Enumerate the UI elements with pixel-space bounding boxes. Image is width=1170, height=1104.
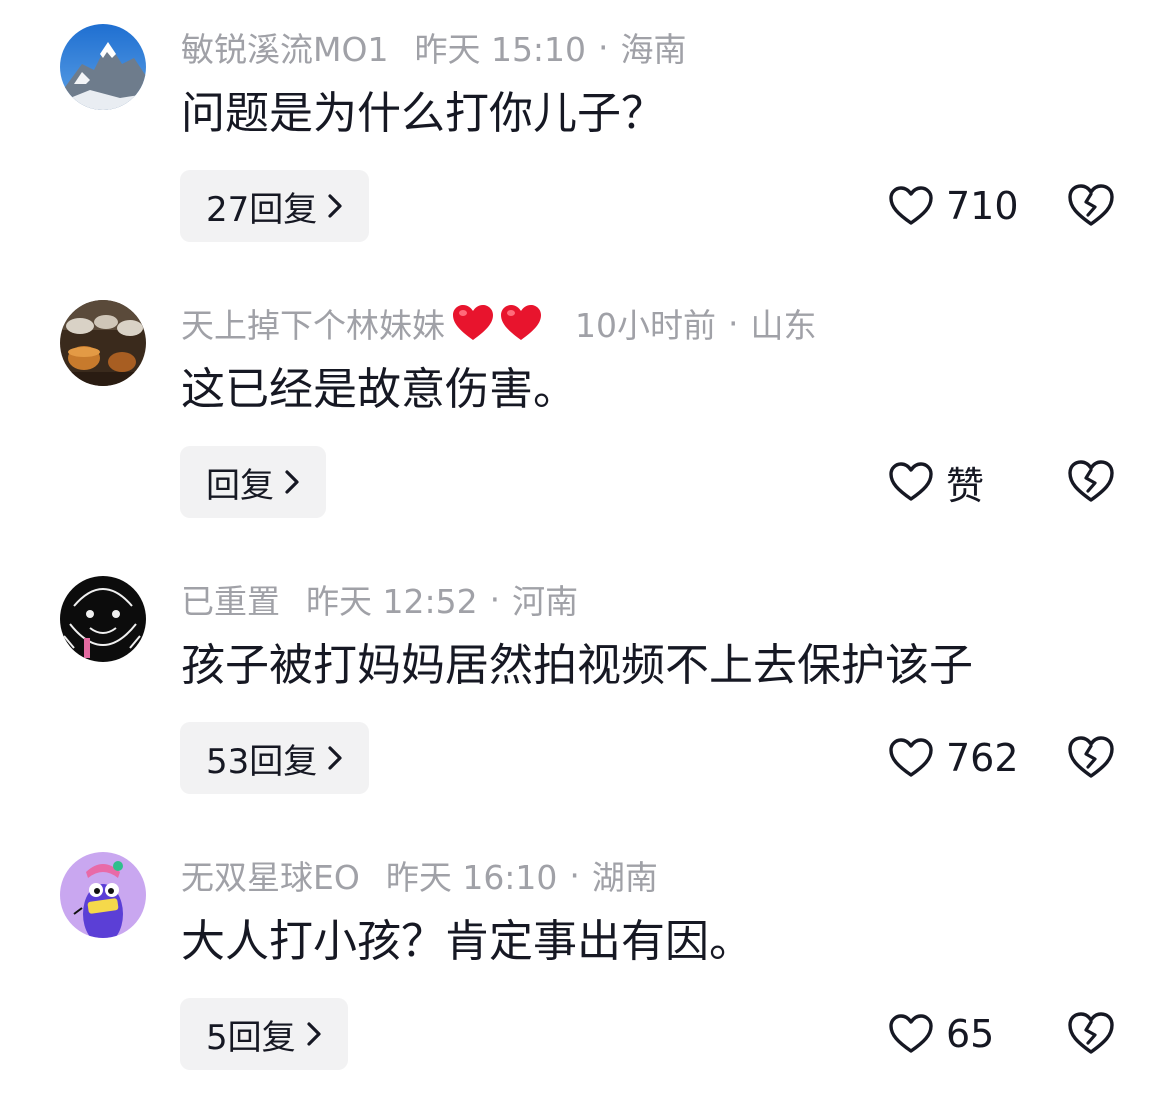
avatar[interactable] — [60, 300, 146, 386]
like-button[interactable]: 65 — [888, 1006, 994, 1062]
chevron-right-icon — [285, 470, 299, 494]
dislike-button[interactable] — [1066, 1010, 1116, 1056]
location: 河南 — [512, 582, 579, 621]
chevron-right-icon — [328, 746, 342, 770]
timestamp: 昨天 15:10 — [414, 30, 587, 69]
reply-label: 回复 — [206, 465, 274, 506]
chevron-right-icon — [328, 194, 342, 218]
view-replies-button[interactable]: 53回复 — [180, 722, 370, 794]
location: 湖南 — [591, 858, 658, 897]
username[interactable]: 天上掉下个林妹妹 — [181, 299, 445, 347]
username[interactable]: 无双星球EO — [181, 851, 360, 899]
comment-item: 已重置 昨天 12:52 · 河南 孩子被打妈妈居然拍视频不上去保护该子 53回… — [0, 552, 1170, 828]
heart-outline-icon — [889, 738, 933, 777]
like-count: 65 — [946, 1012, 995, 1056]
timestamp: 昨天 12:52 — [306, 582, 478, 621]
comment-text[interactable]: 孩子被打妈妈居然拍视频不上去保护该子 — [181, 638, 973, 694]
dislike-button[interactable] — [1066, 734, 1116, 780]
red-heart-icon — [453, 305, 493, 340]
reply-label: 27回复 — [206, 189, 318, 230]
heart-outline-icon — [889, 186, 933, 225]
username[interactable]: 敏锐溪流MO1 — [181, 23, 388, 71]
like-count: 762 — [946, 736, 1019, 780]
comment-meta: 已重置 昨天 12:52 · 河南 — [181, 572, 578, 626]
broken-heart-icon — [1068, 184, 1114, 226]
heart-outline-icon — [889, 1014, 933, 1053]
avatar[interactable] — [60, 24, 146, 110]
comment-text[interactable]: 这已经是故意伤害。 — [181, 362, 577, 418]
comment-meta: 无双星球EO 昨天 16:10 · 湖南 — [181, 848, 658, 902]
comment-text[interactable]: 问题是为什么打你儿子？ — [181, 86, 665, 142]
reply-label: 5回复 — [206, 1017, 296, 1058]
comment-text[interactable]: 大人打小孩？肯定事出有因。 — [181, 914, 753, 970]
meta-separator: · — [728, 303, 739, 343]
comment-meta: 天上掉下个林妹妹 10小时前 · 山东 — [181, 296, 817, 350]
location: 海南 — [620, 30, 687, 69]
comment-meta: 敏锐溪流MO1 昨天 15:10 · 海南 — [181, 20, 687, 74]
avatar[interactable] — [60, 852, 146, 938]
like-button[interactable]: 762 — [888, 730, 1019, 786]
avatar[interactable] — [60, 576, 146, 662]
view-replies-button[interactable]: 5回复 — [180, 998, 348, 1070]
comment-item: 敏锐溪流MO1 昨天 15:10 · 海南 问题是为什么打你儿子？ 27回复 7… — [0, 0, 1170, 276]
comment-item: 天上掉下个林妹妹 10小时前 · 山东 这已经是故意伤害。 回复 赞 — [0, 276, 1170, 552]
like-button[interactable]: 赞 — [888, 454, 984, 510]
view-replies-button[interactable]: 27回复 — [180, 170, 370, 242]
like-button[interactable]: 710 — [888, 178, 1019, 234]
timestamp: 昨天 16:10 — [385, 858, 558, 897]
broken-heart-icon — [1068, 1012, 1114, 1054]
red-heart-icon — [501, 305, 541, 340]
comment-item: 无双星球EO 昨天 16:10 · 湖南 大人打小孩？肯定事出有因。 5回复 6… — [0, 828, 1170, 1104]
chevron-right-icon — [307, 1022, 321, 1046]
timestamp: 10小时前 — [575, 306, 716, 345]
dislike-button[interactable] — [1066, 182, 1116, 228]
meta-separator: · — [489, 579, 501, 619]
reply-label: 53回复 — [206, 741, 318, 782]
location: 山东 — [750, 306, 817, 345]
meta-separator: · — [598, 27, 609, 67]
username-emoji — [451, 303, 547, 343]
broken-heart-icon — [1068, 460, 1114, 502]
like-count: 赞 — [946, 463, 985, 508]
like-count: 710 — [946, 184, 1019, 228]
view-replies-button[interactable]: 回复 — [180, 446, 326, 518]
username[interactable]: 已重置 — [181, 575, 280, 623]
dislike-button[interactable] — [1066, 458, 1116, 504]
heart-outline-icon — [889, 462, 933, 501]
meta-separator: · — [569, 855, 580, 895]
broken-heart-icon — [1068, 736, 1114, 778]
